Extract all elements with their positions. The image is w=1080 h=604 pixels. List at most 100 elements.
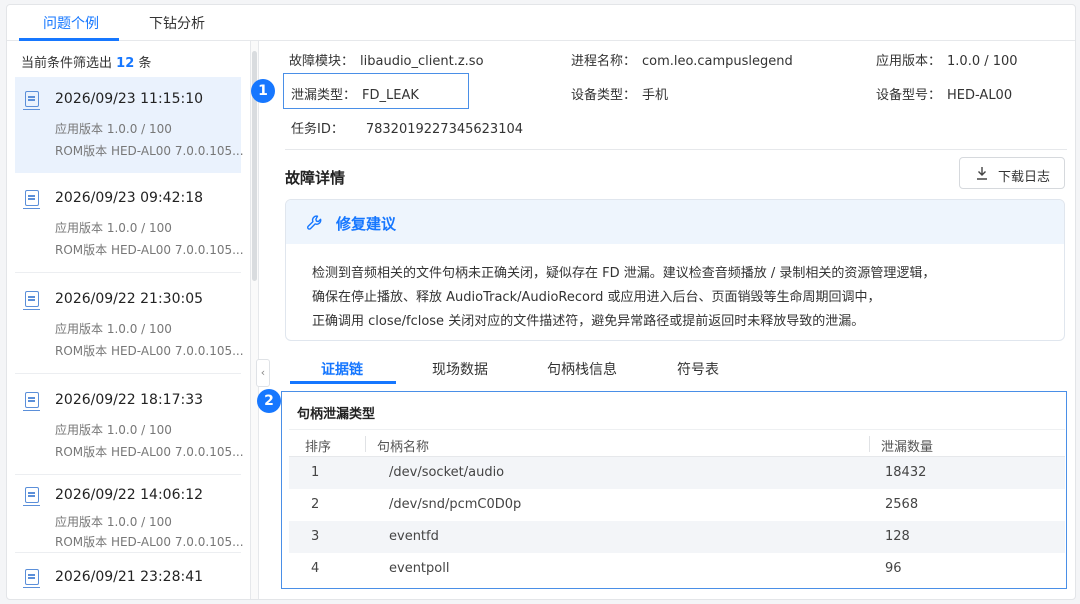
advice-line: 检测到音频相关的文件句柄未正确关闭，疑似存在 FD 泄漏。建议检查音频播放 / … — [312, 266, 936, 281]
cell-rank: 1 — [311, 465, 320, 480]
top-tab-bar: 问题个例 下钻分析 — [7, 5, 1075, 41]
advice-line: 正确调用 close/fclose 关闭对应的文件描述符，避免异常路径或提前返回… — [312, 314, 865, 329]
table-header: 排序 句柄名称 泄漏数量 — [289, 429, 1065, 457]
app-version-value: 1.0.0 / 100 — [947, 54, 1018, 69]
table-row[interactable]: 1 /dev/socket/audio 18432 — [289, 457, 1065, 489]
document-icon — [23, 190, 40, 209]
document-icon — [23, 487, 40, 506]
column-divider — [869, 436, 870, 452]
tab-drilldown-analysis[interactable]: 下钻分析 — [149, 13, 205, 33]
process-name-value: com.leo.campuslegend — [642, 54, 793, 69]
download-log-label: 下载日志 — [998, 169, 1051, 184]
process-name-field: 进程名称： com.leo.campuslegend — [571, 50, 793, 69]
divider — [285, 149, 1067, 150]
case-record[interactable]: 2026/09/22 21:30:05 应用版本 1.0.0 / 100 ROM… — [15, 277, 244, 374]
record-app-version: 应用版本 1.0.0 / 100 — [55, 322, 172, 336]
device-type-value: 手机 — [642, 88, 669, 103]
tab-symbol-table[interactable]: 符号表 — [677, 359, 719, 379]
download-icon — [977, 167, 987, 180]
tab-problem-cases[interactable]: 问题个例 — [43, 13, 99, 33]
process-name-label: 进程名称： — [571, 54, 637, 69]
device-model-field: 设备型号： HED-AL00 — [876, 84, 1012, 103]
cell-leak-count: 2568 — [885, 497, 919, 512]
app-window: 问题个例 下钻分析 当前条件筛选出 12 条 2026/09/23 11:15:… — [6, 4, 1076, 600]
record-rom-version: ROM版本 HED-AL00 7.0.0.105... — [55, 243, 244, 257]
filter-count: 12 — [116, 56, 135, 71]
fix-advice-card: 修复建议 检测到音频相关的文件句柄未正确关闭，疑似存在 FD 泄漏。建议检查音频… — [285, 199, 1065, 341]
column-header-handle-name[interactable]: 句柄名称 — [377, 436, 429, 455]
evidence-table-title: 句柄泄漏类型 — [297, 407, 376, 422]
tab-handle-stack[interactable]: 句柄栈信息 — [547, 359, 617, 379]
column-divider — [365, 436, 366, 452]
wrench-icon — [307, 215, 322, 230]
case-record[interactable]: 2026/09/23 09:42:18 应用版本 1.0.0 / 100 ROM… — [15, 176, 244, 273]
active-subtab-indicator — [290, 381, 396, 384]
advice-line: 确保在停止播放、释放 AudioTrack/AudioRecord 或应用进入后… — [312, 290, 881, 305]
filter-prefix: 当前条件筛选出 — [21, 56, 113, 71]
device-type-field: 设备类型： 手机 — [571, 84, 668, 103]
fault-details-title: 故障详情 — [285, 169, 346, 187]
fix-advice-header: 修复建议 — [286, 200, 1064, 244]
task-id-value: 7832019227345623104 — [365, 122, 524, 137]
record-rom-version: ROM版本 HED-AL00 7.0.0.105... — [55, 535, 244, 549]
case-record[interactable]: 2026/09/21 23:28:41 — [15, 555, 241, 599]
document-icon — [23, 91, 40, 110]
document-icon — [23, 291, 40, 310]
device-type-label: 设备类型： — [571, 88, 637, 103]
annotation-badge-2: 2 — [257, 389, 281, 413]
task-id-field: 任务ID： 7832019227345623104 — [291, 118, 523, 137]
download-log-button[interactable]: 下载日志 — [959, 157, 1065, 189]
case-record[interactable]: 2026/09/22 14:06:12 应用版本 1.0.0 / 100 ROM… — [15, 473, 244, 553]
cell-handle-name: eventpoll — [389, 561, 450, 576]
device-model-value: HED-AL00 — [947, 88, 1013, 103]
cell-handle-name: /dev/snd/pcmC0D0p — [389, 497, 522, 512]
cell-handle-name: eventfd — [389, 529, 439, 544]
record-time: 2026/09/22 18:17:33 — [55, 392, 204, 408]
cell-leak-count: 128 — [885, 529, 910, 544]
collapse-panel-button[interactable]: ‹ — [256, 359, 270, 387]
column-header-rank[interactable]: 排序 — [305, 436, 331, 455]
filter-suffix: 条 — [138, 56, 152, 71]
cell-handle-name: /dev/socket/audio — [389, 465, 505, 480]
record-time: 2026/09/21 23:28:41 — [55, 569, 204, 585]
column-header-leak-count[interactable]: 泄漏数量 — [881, 436, 933, 455]
table-row[interactable]: 3 eventfd 128 — [289, 521, 1065, 553]
annotation-badge-1: 1 — [251, 79, 275, 103]
task-id-label: 任务ID： — [291, 122, 344, 137]
record-app-version: 应用版本 1.0.0 / 100 — [55, 423, 172, 437]
device-model-label: 设备型号： — [876, 88, 942, 103]
cell-rank: 2 — [311, 497, 320, 512]
case-record[interactable]: 2026/09/23 11:15:10 应用版本 1.0.0 / 100 ROM… — [15, 77, 244, 173]
app-version-field: 应用版本： 1.0.0 / 100 — [876, 50, 1018, 69]
record-rom-version: ROM版本 HED-AL00 7.0.0.105... — [55, 344, 244, 358]
fault-module-field: 故障模块： libaudio_client.z.so — [289, 50, 484, 69]
record-app-version: 应用版本 1.0.0 / 100 — [55, 122, 172, 136]
record-time: 2026/09/23 11:15:10 — [55, 91, 204, 107]
fix-advice-title: 修复建议 — [336, 215, 397, 233]
cell-rank: 4 — [311, 561, 320, 576]
record-time: 2026/09/22 14:06:12 — [55, 487, 204, 503]
leak-type-field: 泄漏类型： FD_LEAK — [291, 84, 419, 103]
case-record[interactable]: 2026/09/22 18:17:33 应用版本 1.0.0 / 100 ROM… — [15, 378, 244, 475]
leak-type-label: 泄漏类型： — [291, 88, 357, 103]
table-row[interactable]: 2 /dev/snd/pcmC0D0p 2568 — [289, 489, 1065, 521]
record-time: 2026/09/23 09:42:18 — [55, 190, 204, 206]
record-rom-version: ROM版本 HED-AL00 7.0.0.105... — [55, 445, 244, 459]
tab-evidence-chain[interactable]: 证据链 — [321, 359, 363, 379]
record-app-version: 应用版本 1.0.0 / 100 — [55, 221, 172, 235]
case-list-panel: 当前条件筛选出 12 条 2026/09/23 11:15:10 应用版本 1.… — [7, 41, 251, 599]
list-scrollbar[interactable] — [251, 41, 259, 599]
document-icon — [23, 392, 40, 411]
cell-leak-count: 18432 — [885, 465, 927, 480]
record-app-version: 应用版本 1.0.0 / 100 — [55, 515, 172, 529]
table-row[interactable]: 4 eventpoll 96 — [289, 553, 1065, 585]
tab-scene-data[interactable]: 现场数据 — [432, 359, 488, 379]
record-rom-version: ROM版本 HED-AL00 7.0.0.105... — [55, 144, 244, 158]
filter-summary: 当前条件筛选出 12 条 — [21, 52, 151, 71]
fault-module-label: 故障模块： — [289, 54, 355, 69]
document-icon — [23, 569, 40, 588]
cell-rank: 3 — [311, 529, 320, 544]
leak-type-value: FD_LEAK — [362, 88, 419, 103]
record-time: 2026/09/22 21:30:05 — [55, 291, 204, 307]
cell-leak-count: 96 — [885, 561, 902, 576]
